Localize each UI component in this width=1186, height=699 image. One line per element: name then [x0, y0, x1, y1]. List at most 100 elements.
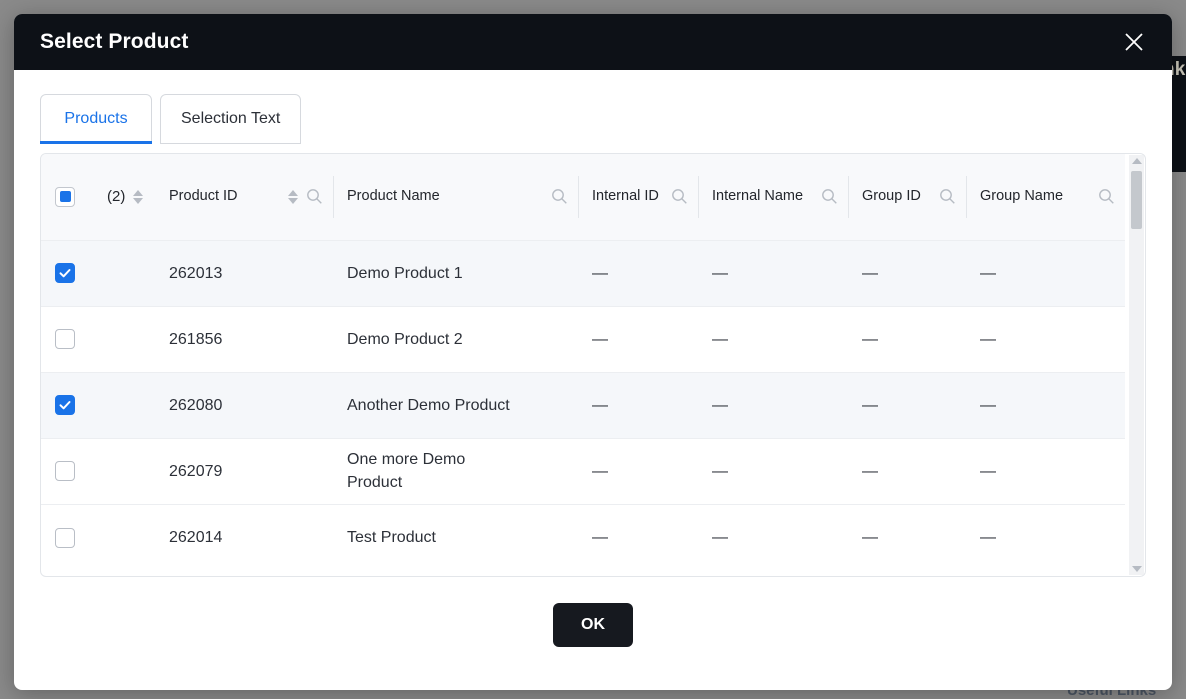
- cell-product-name: Demo Product 1: [333, 240, 578, 306]
- cell-group-id: —: [848, 438, 966, 504]
- cell-internal-id: —: [578, 240, 698, 306]
- scroll-up-arrow-icon[interactable]: [1132, 158, 1142, 164]
- row-select-cell: [41, 240, 103, 306]
- header-group-id-inner: Group ID: [848, 187, 966, 206]
- table-row[interactable]: 261856 Demo Product 2 — — — —: [41, 306, 1125, 372]
- search-icon-glyph: [551, 188, 568, 205]
- row-spacer-cell: [103, 372, 169, 438]
- row-spacer-cell: [103, 240, 169, 306]
- row-spacer-cell: [103, 306, 169, 372]
- cell-product-id: 262014: [169, 504, 333, 570]
- cell-group-name: —: [966, 504, 1125, 570]
- cell-internal-name: —: [698, 372, 848, 438]
- products-table-container: (2) Product ID: [40, 153, 1146, 577]
- select-all-checkbox[interactable]: [55, 187, 75, 207]
- indeterminate-square-icon: [60, 191, 71, 202]
- header-internal-id-inner: Internal ID: [578, 187, 698, 206]
- cell-group-name: —: [966, 372, 1125, 438]
- table-row[interactable]: 262080 Another Demo Product — — — —: [41, 372, 1125, 438]
- check-icon: [58, 266, 72, 280]
- header-product-id-inner: Product ID: [169, 187, 333, 206]
- search-internal-id-icon[interactable]: [671, 188, 688, 205]
- cell-group-name: —: [966, 438, 1125, 504]
- header-product-name-cell: Product Name: [333, 154, 578, 240]
- products-table: (2) Product ID: [41, 154, 1125, 570]
- cell-internal-name: —: [698, 438, 848, 504]
- header-select-all-inner: [41, 187, 103, 207]
- sort-selection-icon[interactable]: [133, 190, 143, 204]
- tab-selection-text-label: Selection Text: [181, 110, 280, 127]
- header-internal-id-label: Internal ID: [592, 187, 663, 206]
- scrollbar-thumb[interactable]: [1131, 171, 1142, 229]
- dialog-title: Select Product: [40, 30, 188, 54]
- row-spacer-cell: [103, 438, 169, 504]
- check-icon: [58, 398, 72, 412]
- ok-button[interactable]: OK: [553, 603, 633, 647]
- search-icon-glyph: [671, 188, 688, 205]
- header-product-id-cell: Product ID: [169, 154, 333, 240]
- row-select-cell: [41, 504, 103, 570]
- table-row[interactable]: 262013 Demo Product 1 — — — —: [41, 240, 1125, 306]
- tab-products[interactable]: Products: [40, 94, 152, 144]
- cell-product-name: Test Product: [333, 504, 578, 570]
- cell-internal-name: —: [698, 504, 848, 570]
- row-select-cell: [41, 372, 103, 438]
- header-group-name-label: Group Name: [980, 187, 1090, 206]
- row-checkbox[interactable]: [55, 263, 75, 283]
- cell-internal-name: —: [698, 240, 848, 306]
- cell-group-name: —: [966, 306, 1125, 372]
- tab-bar: Products Selection Text: [40, 94, 1146, 144]
- table-row[interactable]: 262014 Test Product — — — —: [41, 504, 1125, 570]
- header-internal-name-cell: Internal Name: [698, 154, 848, 240]
- search-icon-glyph: [306, 188, 323, 205]
- table-row[interactable]: 262079 One more Demo Product — — — —: [41, 438, 1125, 504]
- header-selected-count-inner: (2): [103, 188, 169, 205]
- cell-group-name: —: [966, 240, 1125, 306]
- row-select-cell: [41, 438, 103, 504]
- header-internal-name-label: Internal Name: [712, 187, 813, 206]
- tab-selection-text[interactable]: Selection Text: [160, 94, 301, 144]
- selected-count-label: (2): [107, 188, 125, 205]
- close-icon[interactable]: [1118, 26, 1150, 58]
- search-icon-glyph: [1098, 188, 1115, 205]
- header-internal-name-inner: Internal Name: [698, 187, 848, 206]
- row-checkbox[interactable]: [55, 461, 75, 481]
- header-group-name-inner: Group Name: [966, 187, 1125, 206]
- cell-product-name: Another Demo Product: [333, 372, 578, 438]
- cell-product-name: Demo Product 2: [333, 306, 578, 372]
- header-internal-id-cell: Internal ID: [578, 154, 698, 240]
- cell-group-id: —: [848, 372, 966, 438]
- table-vertical-scrollbar[interactable]: [1129, 155, 1144, 575]
- cell-product-name: One more Demo Product: [333, 438, 578, 504]
- search-product-id-icon[interactable]: [306, 188, 323, 205]
- row-checkbox[interactable]: [55, 528, 75, 548]
- row-checkbox[interactable]: [55, 395, 75, 415]
- sort-asc-arrow-icon: [288, 190, 298, 196]
- cell-product-id: 262013: [169, 240, 333, 306]
- sort-product-id-icon[interactable]: [288, 190, 298, 204]
- cell-product-id: 262080: [169, 372, 333, 438]
- search-group-id-icon[interactable]: [939, 188, 956, 205]
- cell-internal-id: —: [578, 504, 698, 570]
- header-group-id-cell: Group ID: [848, 154, 966, 240]
- row-select-cell: [41, 306, 103, 372]
- dialog-footer: OK: [40, 577, 1146, 647]
- row-spacer-cell: [103, 504, 169, 570]
- row-checkbox[interactable]: [55, 329, 75, 349]
- close-icon-glyph: [1123, 31, 1145, 53]
- products-table-scroll-area[interactable]: (2) Product ID: [41, 154, 1145, 576]
- table-header-row: (2) Product ID: [41, 154, 1125, 240]
- cell-group-id: —: [848, 240, 966, 306]
- header-product-name-label: Product Name: [347, 187, 543, 206]
- search-product-name-icon[interactable]: [551, 188, 568, 205]
- search-internal-name-icon[interactable]: [821, 188, 838, 205]
- header-select-all-cell: [41, 154, 103, 240]
- header-product-id-label: Product ID: [169, 187, 280, 206]
- header-selected-count-cell: (2): [103, 154, 169, 240]
- scroll-down-arrow-icon[interactable]: [1132, 566, 1142, 572]
- header-product-name-inner: Product Name: [333, 187, 578, 206]
- search-icon-glyph: [821, 188, 838, 205]
- products-table-head: (2) Product ID: [41, 154, 1125, 240]
- search-group-name-icon[interactable]: [1098, 188, 1115, 205]
- sort-desc-arrow-icon: [133, 198, 143, 204]
